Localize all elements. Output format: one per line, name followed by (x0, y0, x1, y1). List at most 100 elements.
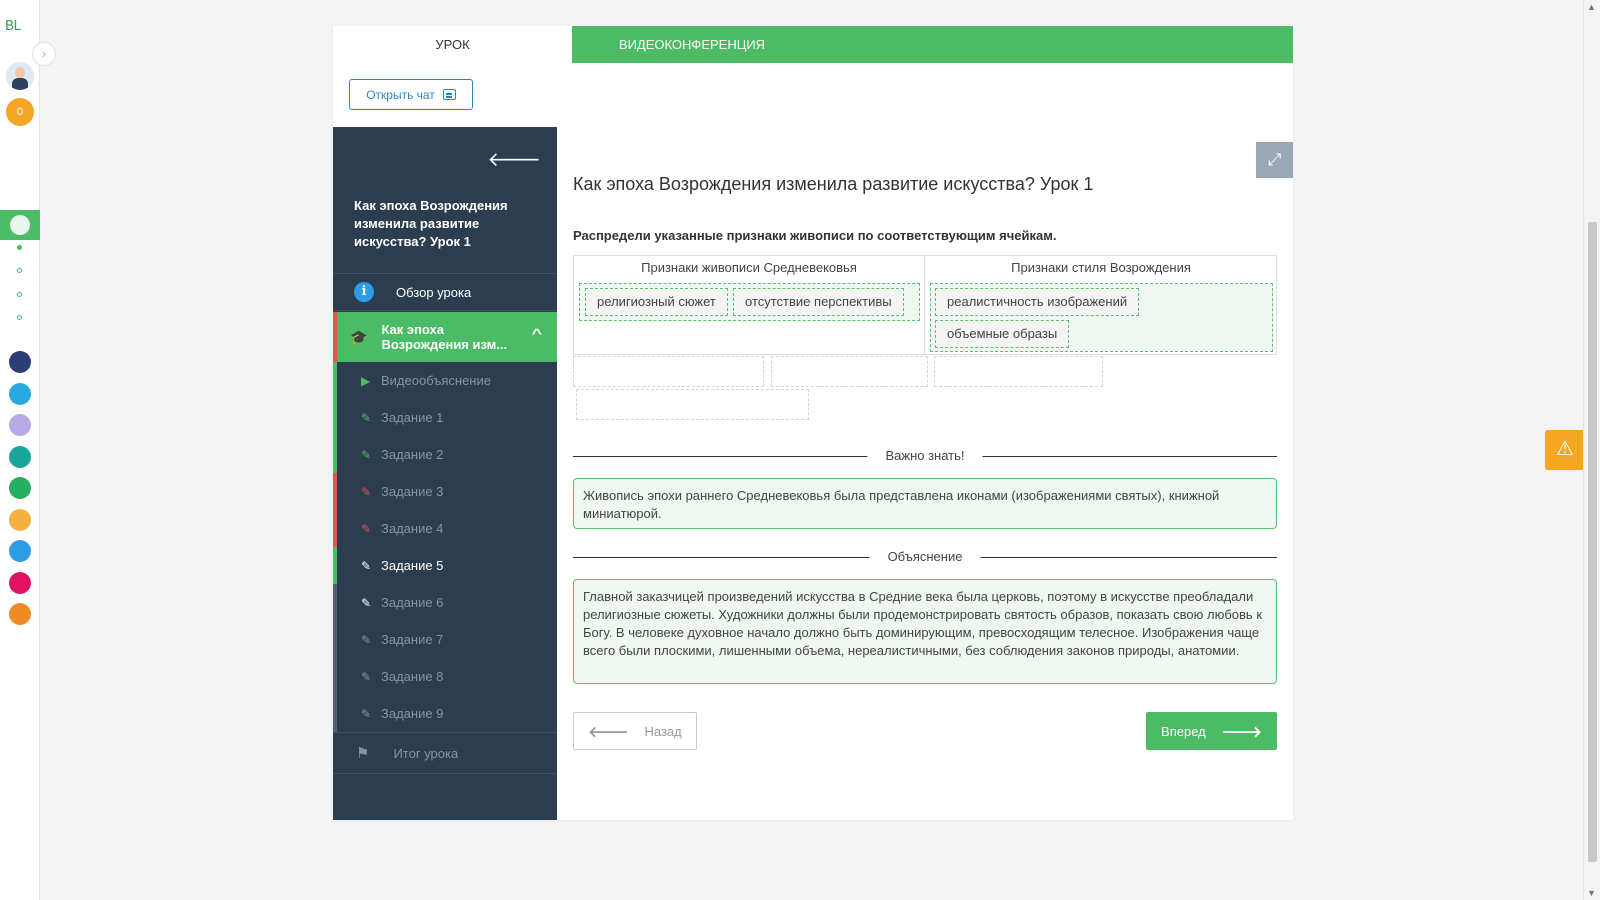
sidebar-item-step[interactable]: ✎ Задание 7 (333, 621, 557, 658)
task-instruction: Распредели указанные признаки живописи п… (573, 228, 1057, 243)
status-bar (333, 584, 337, 621)
forward-button[interactable]: Вперед 🡒 (1146, 712, 1277, 750)
app-step-dot[interactable] (17, 292, 22, 297)
sort-column-medieval: Признаки живописи Средневековья религиоз… (574, 256, 925, 354)
forward-button-label: Вперед (1161, 723, 1206, 739)
user-avatar[interactable] (6, 62, 34, 90)
status-bar (333, 547, 337, 584)
edit-icon: ✎ (361, 632, 372, 647)
sidebar-item-overview[interactable]: i Обзор урока (333, 273, 557, 311)
sidebar-item-step[interactable]: ✎ Задание 8 (333, 658, 557, 695)
sidebar-item-label: Задание 5 (381, 558, 444, 573)
empty-chip-slot[interactable] (934, 356, 1103, 387)
sidebar-item-step[interactable]: ✎ Задание 6 (333, 584, 557, 621)
flag-icon: ⚑ (356, 745, 370, 762)
page-scrollbar[interactable]: ▲ ▼ (1583, 0, 1600, 900)
arrow-left-icon: 🡐 (588, 723, 629, 741)
scrollbar-thumb[interactable] (1588, 222, 1597, 862)
edit-icon: ✎ (361, 669, 372, 684)
explanation-note: Главной заказчицей произведений искусств… (573, 579, 1277, 684)
sidebar-item-step[interactable]: ▶ Видеообъяснение (333, 362, 557, 399)
scroll-up-icon[interactable]: ▲ (1587, 2, 1596, 12)
app-step-dot[interactable] (17, 268, 22, 273)
teal-app-icon[interactable] (9, 445, 31, 468)
chat-icon (442, 89, 456, 100)
app-step-dot[interactable] (17, 315, 22, 320)
info-icon: i (354, 282, 374, 302)
brand-logo[interactable]: BL (5, 18, 22, 35)
lesson-sidebar: 🡐 Как эпоха Возрождения изменила развити… (333, 127, 557, 820)
tab-video-conference[interactable]: ВИДЕОКОНФЕРЕНЦИЯ (572, 26, 812, 63)
sidebar-item-label: Обзор урока (396, 284, 472, 300)
chevron-up-icon[interactable]: ^ (532, 326, 543, 341)
sidebar-item-step[interactable]: ✎ Задание 9 (333, 695, 557, 732)
sidebar-lesson-title: Как эпоха Возрождения изменила развитие … (354, 198, 508, 249)
edit-icon: ✎ (361, 447, 372, 462)
help-app-icon[interactable] (9, 382, 31, 405)
sort-column-renaissance: Признаки стиля Возрождения реалистичност… (925, 256, 1277, 354)
important-note: Живопись эпохи раннего Средневековья был… (573, 478, 1277, 529)
edit-icon: ✎ (361, 410, 372, 425)
empty-chip-slot[interactable] (576, 389, 809, 420)
answer-chip[interactable]: реалистичность изображений (935, 288, 1140, 316)
sidebar-item-label: Задание 8 (381, 669, 444, 684)
arrow-left-icon[interactable]: 🡐 (487, 147, 541, 172)
sidebar-item-step[interactable]: ✎ Задание 5 (333, 547, 557, 584)
app-step-dot[interactable] (17, 245, 22, 250)
sidebar-item-summary[interactable]: ⚑ Итог урока (333, 732, 557, 774)
edit-icon: ✎ (361, 595, 372, 610)
back-button[interactable]: 🡐 Назад (573, 712, 697, 750)
sidebar-item-label: Задание 3 (381, 484, 444, 499)
expand-rail-button[interactable]: › (32, 42, 56, 66)
green-app-icon[interactable] (9, 477, 31, 499)
coin-counter[interactable]: 0 (6, 98, 34, 126)
avatar-head-shape (15, 67, 25, 78)
open-chat-button[interactable]: Открыть чат (349, 79, 473, 110)
important-label: Важно знать! (867, 449, 983, 463)
answer-chip[interactable]: религиозный сюжет (585, 288, 728, 316)
sidebar-item-label: Задание 2 (381, 447, 444, 462)
tab-bar: УРОК ВИДЕОКОНФЕРЕНЦИЯ (333, 26, 1293, 63)
active-app-icon (10, 215, 30, 235)
lesson-card: УРОК ВИДЕОКОНФЕРЕНЦИЯ Открыть чат 🡐 Как … (333, 26, 1293, 820)
avatar-body-shape (12, 78, 28, 90)
drop-zone-renaissance[interactable]: реалистичность изображений объемные обра… (930, 283, 1273, 352)
status-bar (333, 621, 337, 658)
active-app-item[interactable] (0, 210, 40, 240)
sidebar-item-current-lesson[interactable]: 🎓 Как эпоха Возрождения изм... ^ (333, 312, 557, 362)
sidebar-item-step[interactable]: ✎ Задание 4 (333, 510, 557, 547)
app-rail: BL › 0 (0, 0, 56, 900)
sidebar-item-label: Задание 9 (381, 706, 444, 721)
orange-app-icon[interactable] (9, 508, 31, 531)
sidebar-item-label: Видеообъяснение (381, 373, 491, 388)
drop-zone-medieval[interactable]: религиозный сюжет отсутствие перспективы (579, 283, 920, 321)
sidebar-item-label: Задание 4 (381, 521, 444, 536)
pink-app-icon[interactable] (9, 571, 31, 594)
smart-app-icon[interactable] (9, 351, 31, 373)
answer-chip[interactable]: отсутствие перспективы (733, 288, 904, 316)
tab-lesson[interactable]: УРОК (333, 26, 572, 63)
empty-chip-slot[interactable] (573, 356, 764, 387)
sidebar-item-step[interactable]: ✎ Задание 3 (333, 473, 557, 510)
check-app-icon[interactable] (9, 540, 31, 562)
fullscreen-icon[interactable]: ⤢ (1256, 142, 1293, 178)
arrow-right-icon: 🡒 (1221, 723, 1262, 741)
sidebar-item-label: Итог урока (393, 745, 459, 761)
answer-chip[interactable]: объемные образы (935, 320, 1070, 348)
page-title: Как эпоха Возрождения изменила развитие … (573, 174, 1094, 194)
empty-chip-slot[interactable] (771, 356, 928, 387)
graduation-cap-icon: 🎓 (350, 328, 368, 345)
sidebar-item-label: Задание 6 (381, 595, 444, 610)
sidebar-item-step[interactable]: ✎ Задание 1 (333, 399, 557, 436)
warning-icon[interactable]: ⚠ (1545, 430, 1585, 470)
important-divider: Важно знать! (573, 449, 1277, 463)
bulb-app-icon[interactable] (9, 603, 31, 625)
scroll-down-icon[interactable]: ▼ (1587, 888, 1596, 898)
status-bar (333, 399, 337, 436)
column-header: Признаки стиля Возрождения (1011, 260, 1191, 275)
sidebar-item-step[interactable]: ✎ Задание 2 (333, 436, 557, 473)
status-bar (333, 695, 337, 732)
status-bar (333, 436, 337, 473)
edit-icon: ✎ (361, 706, 372, 721)
keyboard-app-icon[interactable] (9, 414, 31, 436)
